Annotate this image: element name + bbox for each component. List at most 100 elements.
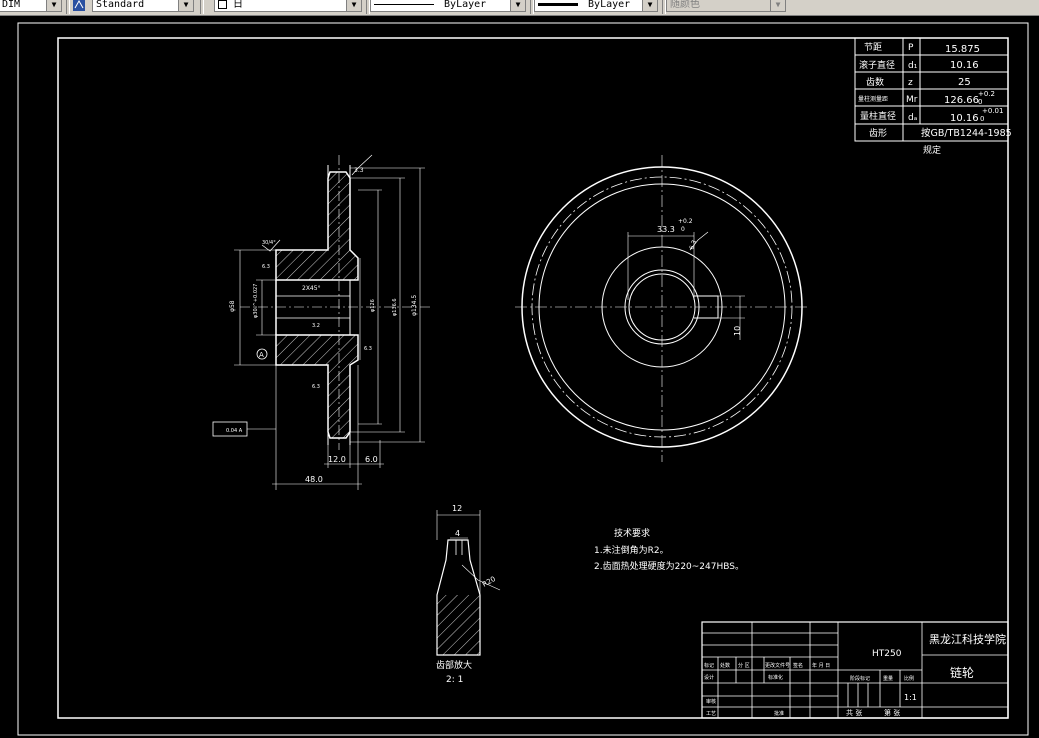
textstyle-icon[interactable] xyxy=(72,0,86,12)
sheet-number: 第 张 xyxy=(884,708,900,717)
textstyle-value: Standard xyxy=(96,0,145,10)
detail-caption: 齿部放大 xyxy=(436,659,472,671)
param-value: 10.16 xyxy=(950,60,979,71)
material-label: HT250 xyxy=(872,649,902,659)
param-symbol: dₐ xyxy=(908,113,917,123)
dim-label: φ58 xyxy=(229,300,236,312)
toolbar-separator xyxy=(66,0,70,14)
param-label: 量柱直径 xyxy=(860,110,896,122)
right-edge xyxy=(1031,16,1039,738)
dim-label: φ126 xyxy=(370,299,376,312)
tech-requirements: 技术要求 1.未注倒角为R2。 2.齿面热处理硬度为220~247HBS。 xyxy=(594,527,744,572)
datum-label: A xyxy=(259,351,264,359)
dim-label: 12 xyxy=(452,504,462,513)
chevron-down-icon[interactable]: ▼ xyxy=(510,0,525,11)
color-select[interactable]: 随颜色 ▼ xyxy=(666,0,786,12)
tech-item: 1.未注倒角为R2。 xyxy=(594,544,669,556)
row-label: 工艺 xyxy=(706,711,716,717)
param-value: 按GB/TB1244-1985 xyxy=(921,127,1012,139)
detail-scale: 2: 1 xyxy=(446,675,463,685)
row-label: 审核 xyxy=(706,698,716,705)
lineweight-select[interactable]: ByLayer ▼ xyxy=(534,0,658,12)
params-table-text: 节距 P 15.875 滚子直径 d₁ 10.16 齿数 z 25 量柱测量距 … xyxy=(858,42,1012,156)
detail-view-labels: 12 4 R20 齿部放大 2: 1 xyxy=(436,504,497,685)
param-tol-upper: +0.2 xyxy=(978,90,995,98)
chevron-down-icon[interactable]: ▼ xyxy=(178,0,193,11)
front-view xyxy=(515,155,810,462)
row-label: 处数 xyxy=(720,662,730,669)
param-label: 齿形 xyxy=(869,127,887,139)
param-value: 126.66 xyxy=(944,95,979,106)
dim-label: 6.0 xyxy=(365,455,378,464)
weight-label: 重量 xyxy=(883,675,893,682)
tolerance-label: 0.04 A xyxy=(226,428,243,434)
tech-title: 技术要求 xyxy=(614,527,650,539)
part-name: 链轮 xyxy=(950,665,974,680)
dimstyle-value: DIM xyxy=(2,0,21,10)
dim-label: 33.3 xyxy=(657,225,675,234)
row-label: 批准 xyxy=(774,710,784,717)
param-symbol: d₁ xyxy=(908,61,918,71)
param-tol-upper: +0.01 xyxy=(982,107,1003,115)
linetype-preview xyxy=(374,3,434,5)
chevron-down-icon[interactable]: ▼ xyxy=(46,0,61,11)
layer-value: 日 xyxy=(233,0,244,10)
param-value: 15.875 xyxy=(945,44,980,55)
param-label: 滚子直径 xyxy=(859,59,895,71)
dim-label: 3.3 xyxy=(354,167,364,174)
param-value: 25 xyxy=(958,77,971,88)
dim-tol-lower: 0 xyxy=(681,226,685,233)
param-tol-lower: 0 xyxy=(980,115,984,123)
dim-label: 6.3 xyxy=(262,264,270,270)
dimstyle-select[interactable]: DIM ▼ xyxy=(0,0,62,12)
layer-select[interactable]: 日 ▼ xyxy=(214,0,362,12)
dim-label: R20 xyxy=(481,575,497,589)
linetype-value: ByLayer xyxy=(444,0,487,10)
school-name: 黑龙江科技学院 xyxy=(929,632,1006,646)
row-label: 标准化 xyxy=(768,674,783,681)
param-value: 10.16 xyxy=(950,113,979,124)
scale-value: 1:1 xyxy=(904,693,917,702)
properties-toolbar: DIM ▼ Standard ▼ 日 ▼ ByLayer ▼ ByLayer ▼… xyxy=(0,0,1039,16)
dim-label: 30/4° xyxy=(262,240,276,246)
row-label: 年 月 日 xyxy=(812,662,830,669)
param-label: 齿数 xyxy=(866,76,884,88)
toolbar-separator xyxy=(200,0,204,14)
row-label: 设计 xyxy=(704,674,714,681)
dim-label: 2X45° xyxy=(302,285,321,292)
dim-label: 48.0 xyxy=(305,475,323,484)
param-footnote: 规定 xyxy=(923,144,941,156)
textstyle-select[interactable]: Standard ▼ xyxy=(92,0,194,12)
param-tol-lower: 0 xyxy=(978,98,982,106)
drawing-svg: 节距 P 15.875 滚子直径 d₁ 10.16 齿数 z 25 量柱测量距 … xyxy=(17,22,1029,736)
section-view-labels: 3.3 30/4° 2X45° 6.3 3.2 6.3 6.3 φ58 φ30₀… xyxy=(226,167,418,484)
dim-label: φ134.5 xyxy=(411,295,418,316)
param-symbol: z xyxy=(908,78,913,88)
sheets-total: 共 张 xyxy=(846,708,862,717)
row-label: 签名 xyxy=(793,662,803,669)
linetype-select[interactable]: ByLayer ▼ xyxy=(370,0,526,12)
frame-border xyxy=(57,37,1009,719)
lineweight-value: ByLayer xyxy=(588,0,631,10)
dim-label: 6.3 xyxy=(312,384,320,390)
section-view xyxy=(212,154,430,490)
dim-label: φ136.6 xyxy=(392,298,398,316)
drawing-canvas[interactable]: 节距 P 15.875 滚子直径 d₁ 10.16 齿数 z 25 量柱测量距 … xyxy=(0,16,1039,738)
chevron-down-icon[interactable]: ▼ xyxy=(346,0,361,11)
dim-label: 3.2 xyxy=(312,323,320,329)
param-symbol: Mr xyxy=(906,95,918,105)
dim-label: 4 xyxy=(455,529,460,538)
row-label: 更改文件号 xyxy=(765,662,790,669)
color-value: 随颜色 xyxy=(670,0,700,10)
row-label: 分 区 xyxy=(738,662,750,669)
dim-label: 6.3 xyxy=(364,346,372,352)
dim-label: 12.0 xyxy=(328,455,346,464)
ratio-label: 比例 xyxy=(904,675,914,682)
chevron-down-icon[interactable]: ▼ xyxy=(642,0,657,11)
chevron-down-icon[interactable]: ▼ xyxy=(770,0,785,11)
stage-label: 阶段标记 xyxy=(850,675,870,682)
tech-item: 2.齿面热处理硬度为220~247HBS。 xyxy=(594,560,744,572)
layer-state-icon xyxy=(218,0,227,9)
lineweight-preview xyxy=(538,2,578,6)
dim-tol-upper: +0.2 xyxy=(678,218,693,225)
